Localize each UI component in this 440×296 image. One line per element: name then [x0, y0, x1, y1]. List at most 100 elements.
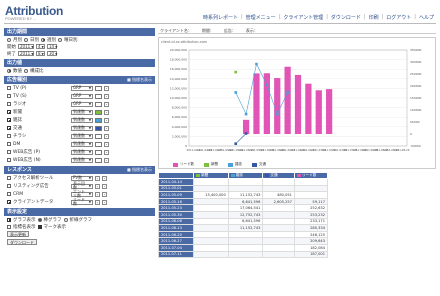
nav-download[interactable]: ダウンロード: [331, 14, 361, 21]
media-checkbox[interactable]: [7, 110, 11, 114]
media-checkbox[interactable]: [7, 142, 11, 146]
option-toggle[interactable]: -: [95, 199, 100, 205]
option-toggle[interactable]: -: [102, 199, 107, 205]
option-toggle[interactable]: -: [104, 125, 109, 131]
radio-line-chart[interactable]: [63, 217, 68, 222]
media-label: DM: [13, 141, 21, 147]
color-swatch[interactable]: [95, 125, 102, 131]
media-row: 交通 到達数 ▼ -: [4, 124, 155, 132]
option-toggle[interactable]: -: [102, 175, 107, 181]
option-toggle[interactable]: -: [104, 141, 109, 147]
nav-separator: |: [414, 14, 416, 20]
media-checkbox[interactable]: [7, 86, 11, 90]
table-cell: [262, 204, 295, 212]
media-checkbox[interactable]: [7, 118, 11, 122]
from-year-select[interactable]: 2011 ▼: [18, 44, 34, 49]
to-year-select[interactable]: 2011 ▼: [18, 51, 34, 56]
color-swatch[interactable]: [95, 157, 102, 163]
metric-select[interactable]: 到達数 ▼: [71, 117, 93, 123]
to-day-select[interactable]: 30 ▼: [47, 51, 57, 56]
metric-select[interactable]: GRP ▼: [71, 101, 93, 107]
option-toggle[interactable]: -: [104, 109, 109, 115]
nav-logout[interactable]: ログアウト: [386, 14, 411, 21]
metric-select[interactable]: 到達数 ▼: [71, 141, 93, 147]
option-label: グラフ表示: [13, 217, 36, 223]
chevron-down-icon: ▼: [88, 192, 91, 196]
metric-select[interactable]: PV数 ▼: [71, 175, 93, 181]
label-show-checkbox[interactable]: [7, 224, 11, 229]
to-month-select[interactable]: 8 ▼: [36, 51, 45, 56]
chevron-down-icon: ▼: [88, 86, 91, 90]
section-response-header: レスポンス ■ 指標名表示: [4, 166, 155, 174]
option-toggle[interactable]: -: [104, 85, 109, 91]
option-toggle[interactable]: -: [104, 101, 109, 107]
download-button[interactable]: ダウンロード: [7, 239, 37, 245]
option-toggle[interactable]: -: [104, 117, 109, 123]
option-toggle[interactable]: -: [104, 157, 109, 163]
media-label: 交通: [13, 126, 22, 131]
metric-select[interactable]: 到達数 ▼: [71, 157, 93, 163]
left-tick-label: 8,000,000: [172, 106, 187, 110]
media-checkbox[interactable]: [7, 134, 11, 138]
option-toggle[interactable]: -: [102, 191, 107, 197]
media-checkbox[interactable]: [7, 150, 11, 154]
metric-select[interactable]: 到達数 ▼: [71, 109, 93, 115]
metric-select[interactable]: 到達数 ▼: [71, 133, 93, 139]
media-checkbox[interactable]: [7, 158, 11, 162]
response-label-toggle[interactable]: ■ 指標名表示: [127, 167, 152, 173]
radio-monthly[interactable]: [7, 37, 11, 42]
metric-select[interactable]: 到達数 ▼: [71, 149, 93, 155]
response-checkbox[interactable]: [7, 176, 11, 180]
to-label: 終了: [7, 51, 16, 57]
media-label-toggle[interactable]: ■ 指標名表示: [127, 77, 152, 83]
color-swatch[interactable]: [95, 109, 102, 115]
response-checkbox[interactable]: [7, 200, 11, 204]
metric-select[interactable]: エントリ数 ▼: [71, 190, 93, 198]
option-toggle[interactable]: -: [95, 175, 100, 181]
nav-timeseries-report[interactable]: 時系列レポート: [203, 14, 238, 21]
option-toggle[interactable]: -: [95, 191, 100, 197]
media-checkbox[interactable]: [7, 94, 11, 98]
response-checkbox[interactable]: [7, 192, 11, 196]
mark-show-checkbox[interactable]: [37, 224, 42, 229]
update-button[interactable]: 表示更新: [7, 231, 29, 237]
color-swatch[interactable]: [95, 117, 102, 123]
metric-select[interactable]: 到達数 ▼: [71, 125, 93, 131]
radio-count[interactable]: [7, 68, 11, 73]
from-day-select[interactable]: 14 ▼: [47, 44, 57, 49]
color-swatch[interactable]: [95, 101, 102, 107]
from-month-select[interactable]: 4 ▼: [36, 44, 45, 49]
option-toggle[interactable]: -: [104, 93, 109, 99]
metric-select[interactable]: リード数 ▼: [71, 198, 93, 206]
radio-daily[interactable]: [24, 37, 28, 42]
section-title: 表示設定: [7, 209, 28, 215]
header-period: 期間：: [201, 28, 214, 33]
download-row: ダウンロード: [4, 238, 155, 246]
nav-help[interactable]: ヘルプ: [419, 14, 434, 21]
color-swatch[interactable]: [95, 149, 102, 155]
radio-bar-chart[interactable]: [37, 217, 42, 222]
option-toggle[interactable]: -: [104, 149, 109, 155]
radio-weekly[interactable]: [41, 37, 45, 42]
color-swatch[interactable]: [95, 141, 102, 147]
radio-weekday[interactable]: [58, 37, 62, 42]
table-cell: [293, 184, 329, 193]
radio-ratio[interactable]: [24, 68, 28, 73]
legend-item: 雑誌: [228, 162, 242, 167]
nav-client-admin[interactable]: クライアント管理: [283, 14, 323, 21]
metric-select[interactable]: 表示回数 ▼: [71, 182, 93, 190]
color-swatch[interactable]: [95, 85, 102, 91]
option-toggle[interactable]: -: [95, 183, 100, 189]
option-toggle[interactable]: -: [102, 183, 107, 189]
metric-select[interactable]: GRP ▼: [71, 93, 93, 99]
chart-show-checkbox[interactable]: [7, 217, 11, 222]
metric-select[interactable]: GRP ▼: [71, 85, 93, 91]
nav-print[interactable]: 印刷: [369, 14, 379, 21]
option-toggle[interactable]: -: [104, 133, 109, 139]
response-checkbox[interactable]: [7, 184, 11, 188]
color-swatch[interactable]: [95, 133, 102, 139]
media-checkbox[interactable]: [7, 102, 11, 106]
nav-admin-menu[interactable]: 管理メニュー: [246, 14, 276, 21]
media-checkbox[interactable]: [7, 126, 11, 130]
color-swatch[interactable]: [95, 93, 102, 99]
